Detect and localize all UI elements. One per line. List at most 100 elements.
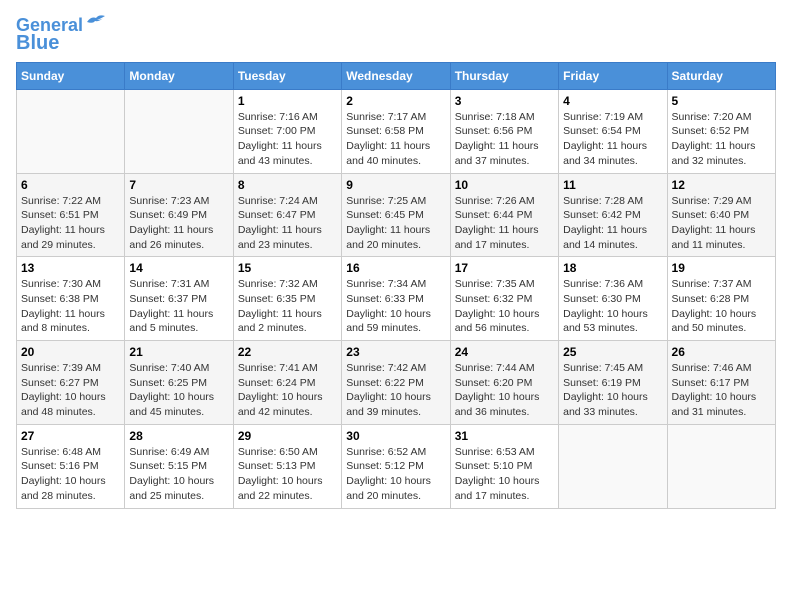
day-number: 13: [21, 261, 120, 275]
calendar-day-cell: 13 Sunrise: 7:30 AM Sunset: 6:38 PM Dayli…: [17, 257, 125, 341]
calendar-week-row: 6 Sunrise: 7:22 AM Sunset: 6:51 PM Daylig…: [17, 173, 776, 257]
day-info: Sunrise: 7:39 AM Sunset: 6:27 PM Dayligh…: [21, 361, 120, 420]
calendar-day-cell: 22 Sunrise: 7:41 AM Sunset: 6:24 PM Dayli…: [233, 341, 341, 425]
calendar-day-cell: 31 Sunrise: 6:53 AM Sunset: 5:10 PM Dayli…: [450, 424, 558, 508]
day-info: Sunrise: 6:53 AM Sunset: 5:10 PM Dayligh…: [455, 445, 554, 504]
day-info: Sunrise: 6:49 AM Sunset: 5:15 PM Dayligh…: [129, 445, 228, 504]
day-number: 22: [238, 345, 337, 359]
calendar-day-cell: 7 Sunrise: 7:23 AM Sunset: 6:49 PM Daylig…: [125, 173, 233, 257]
logo-bird-icon: [85, 14, 107, 30]
weekday-header: Sunday: [17, 62, 125, 89]
day-number: 15: [238, 261, 337, 275]
calendar-day-cell: 11Sunrise: 7:28 AM Sunset: 6:42 PM Dayli…: [559, 173, 667, 257]
day-info: Sunrise: 7:30 AM Sunset: 6:38 PM Dayligh…: [21, 277, 120, 336]
day-number: 6: [21, 178, 120, 192]
day-number: 21: [129, 345, 228, 359]
day-info: Sunrise: 7:26 AM Sunset: 6:44 PM Dayligh…: [455, 194, 554, 253]
day-number: 16: [346, 261, 445, 275]
day-number: 23: [346, 345, 445, 359]
weekday-header: Monday: [125, 62, 233, 89]
day-number: 29: [238, 429, 337, 443]
day-number: 18: [563, 261, 662, 275]
day-number: 31: [455, 429, 554, 443]
calendar-day-cell: 6 Sunrise: 7:22 AM Sunset: 6:51 PM Daylig…: [17, 173, 125, 257]
calendar-header-row: SundayMondayTuesdayWednesdayThursdayFrid…: [17, 62, 776, 89]
day-number: 17: [455, 261, 554, 275]
day-number: 3: [455, 94, 554, 108]
day-info: Sunrise: 7:40 AM Sunset: 6:25 PM Dayligh…: [129, 361, 228, 420]
day-number: 12: [672, 178, 771, 192]
day-info: Sunrise: 7:17 AM Sunset: 6:58 PM Dayligh…: [346, 110, 445, 169]
logo-blue: Blue: [16, 32, 59, 54]
calendar-day-cell: 2Sunrise: 7:17 AM Sunset: 6:58 PM Daylig…: [342, 89, 450, 173]
day-info: Sunrise: 7:28 AM Sunset: 6:42 PM Dayligh…: [563, 194, 662, 253]
day-number: 7: [129, 178, 228, 192]
calendar-week-row: 13 Sunrise: 7:30 AM Sunset: 6:38 PM Dayli…: [17, 257, 776, 341]
calendar-day-cell: 23Sunrise: 7:42 AM Sunset: 6:22 PM Dayli…: [342, 341, 450, 425]
calendar-day-cell: 25 Sunrise: 7:45 AM Sunset: 6:19 PM Dayli…: [559, 341, 667, 425]
day-info: Sunrise: 7:45 AM Sunset: 6:19 PM Dayligh…: [563, 361, 662, 420]
day-number: 14: [129, 261, 228, 275]
day-info: Sunrise: 7:46 AM Sunset: 6:17 PM Dayligh…: [672, 361, 771, 420]
day-info: Sunrise: 7:35 AM Sunset: 6:32 PM Dayligh…: [455, 277, 554, 336]
calendar-day-cell: 17 Sunrise: 7:35 AM Sunset: 6:32 PM Dayli…: [450, 257, 558, 341]
calendar-week-row: 1 Sunrise: 7:16 AM Sunset: 7:00 PM Daylig…: [17, 89, 776, 173]
day-info: Sunrise: 7:31 AM Sunset: 6:37 PM Dayligh…: [129, 277, 228, 336]
day-info: Sunrise: 7:41 AM Sunset: 6:24 PM Dayligh…: [238, 361, 337, 420]
calendar-day-cell: 29 Sunrise: 6:50 AM Sunset: 5:13 PM Dayli…: [233, 424, 341, 508]
logo: General Blue: [16, 16, 107, 54]
weekday-header: Wednesday: [342, 62, 450, 89]
calendar-day-cell: 28 Sunrise: 6:49 AM Sunset: 5:15 PM Dayli…: [125, 424, 233, 508]
calendar-day-cell: 9Sunrise: 7:25 AM Sunset: 6:45 PM Daylig…: [342, 173, 450, 257]
calendar-day-cell: 26 Sunrise: 7:46 AM Sunset: 6:17 PM Dayli…: [667, 341, 775, 425]
day-info: Sunrise: 7:37 AM Sunset: 6:28 PM Dayligh…: [672, 277, 771, 336]
calendar-day-cell: 21 Sunrise: 7:40 AM Sunset: 6:25 PM Dayli…: [125, 341, 233, 425]
calendar-day-cell: 10 Sunrise: 7:26 AM Sunset: 6:44 PM Dayli…: [450, 173, 558, 257]
weekday-header: Tuesday: [233, 62, 341, 89]
calendar-day-cell: [559, 424, 667, 508]
calendar-week-row: 27 Sunrise: 6:48 AM Sunset: 5:16 PM Dayli…: [17, 424, 776, 508]
day-info: Sunrise: 7:18 AM Sunset: 6:56 PM Dayligh…: [455, 110, 554, 169]
day-number: 10: [455, 178, 554, 192]
calendar-day-cell: 8Sunrise: 7:24 AM Sunset: 6:47 PM Daylig…: [233, 173, 341, 257]
day-info: Sunrise: 6:48 AM Sunset: 5:16 PM Dayligh…: [21, 445, 120, 504]
calendar-day-cell: 15 Sunrise: 7:32 AM Sunset: 6:35 PM Dayli…: [233, 257, 341, 341]
day-info: Sunrise: 7:23 AM Sunset: 6:49 PM Dayligh…: [129, 194, 228, 253]
weekday-header: Saturday: [667, 62, 775, 89]
page-header: General Blue: [16, 16, 776, 54]
day-number: 20: [21, 345, 120, 359]
day-info: Sunrise: 7:34 AM Sunset: 6:33 PM Dayligh…: [346, 277, 445, 336]
day-number: 27: [21, 429, 120, 443]
day-info: Sunrise: 7:16 AM Sunset: 7:00 PM Dayligh…: [238, 110, 337, 169]
calendar-week-row: 20 Sunrise: 7:39 AM Sunset: 6:27 PM Dayli…: [17, 341, 776, 425]
calendar-day-cell: 27 Sunrise: 6:48 AM Sunset: 5:16 PM Dayli…: [17, 424, 125, 508]
day-info: Sunrise: 7:36 AM Sunset: 6:30 PM Dayligh…: [563, 277, 662, 336]
day-number: 25: [563, 345, 662, 359]
calendar-table: SundayMondayTuesdayWednesdayThursdayFrid…: [16, 62, 776, 509]
day-number: 8: [238, 178, 337, 192]
day-number: 1: [238, 94, 337, 108]
calendar-day-cell: 1 Sunrise: 7:16 AM Sunset: 7:00 PM Daylig…: [233, 89, 341, 173]
day-info: Sunrise: 7:32 AM Sunset: 6:35 PM Dayligh…: [238, 277, 337, 336]
day-info: Sunrise: 6:50 AM Sunset: 5:13 PM Dayligh…: [238, 445, 337, 504]
day-info: Sunrise: 7:29 AM Sunset: 6:40 PM Dayligh…: [672, 194, 771, 253]
calendar-day-cell: 18 Sunrise: 7:36 AM Sunset: 6:30 PM Dayli…: [559, 257, 667, 341]
day-info: Sunrise: 6:52 AM Sunset: 5:12 PM Dayligh…: [346, 445, 445, 504]
calendar-day-cell: [667, 424, 775, 508]
day-number: 28: [129, 429, 228, 443]
day-number: 19: [672, 261, 771, 275]
day-info: Sunrise: 7:20 AM Sunset: 6:52 PM Dayligh…: [672, 110, 771, 169]
calendar-day-cell: [17, 89, 125, 173]
calendar-day-cell: 4Sunrise: 7:19 AM Sunset: 6:54 PM Daylig…: [559, 89, 667, 173]
day-number: 26: [672, 345, 771, 359]
weekday-header: Friday: [559, 62, 667, 89]
calendar-day-cell: 5 Sunrise: 7:20 AM Sunset: 6:52 PM Daylig…: [667, 89, 775, 173]
day-number: 9: [346, 178, 445, 192]
day-info: Sunrise: 7:22 AM Sunset: 6:51 PM Dayligh…: [21, 194, 120, 253]
calendar-day-cell: 19 Sunrise: 7:37 AM Sunset: 6:28 PM Dayli…: [667, 257, 775, 341]
day-number: 5: [672, 94, 771, 108]
calendar-day-cell: 16 Sunrise: 7:34 AM Sunset: 6:33 PM Dayli…: [342, 257, 450, 341]
calendar-day-cell: 20 Sunrise: 7:39 AM Sunset: 6:27 PM Dayli…: [17, 341, 125, 425]
calendar-day-cell: 24Sunrise: 7:44 AM Sunset: 6:20 PM Dayli…: [450, 341, 558, 425]
calendar-day-cell: 14 Sunrise: 7:31 AM Sunset: 6:37 PM Dayli…: [125, 257, 233, 341]
